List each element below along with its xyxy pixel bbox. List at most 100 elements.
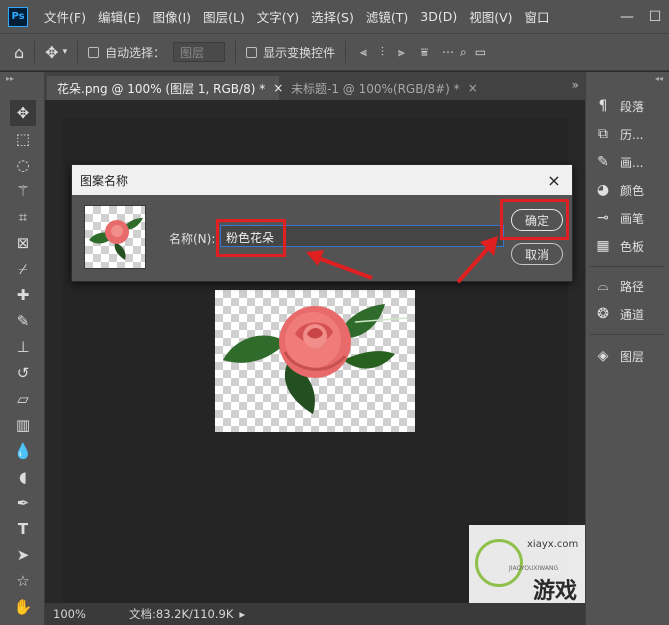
- panel-brush-settings[interactable]: ✎ 画...: [594, 150, 643, 174]
- shape-tool-icon[interactable]: ☆: [10, 568, 36, 594]
- frame-tool-icon[interactable]: ⊠: [10, 230, 36, 256]
- window-controls: — ☐: [613, 0, 669, 33]
- collapse-panels-icon[interactable]: ◂◂: [655, 74, 663, 83]
- more-icon[interactable]: ⋯: [442, 45, 454, 59]
- hand-tool-icon[interactable]: ✋: [10, 594, 36, 620]
- options-bar: ⌂ ✥ ▾ 自动选择： 图层 显示变换控件 ⫷ ⫶ ⫸ ⩸ ⋯ ⌕ ▭: [0, 33, 669, 71]
- menu-edit[interactable]: 编辑(E): [92, 7, 147, 26]
- crop-tool-icon[interactable]: ⌗: [10, 204, 36, 230]
- toolbox: ▸▸ ✥ ⬚ ◌ ⚚ ⌗ ⊠ ⌿ ✚ ✎ ⊥ ↺ ▱ ▥ 💧 ◖ ✒ T ➤ ☆…: [0, 72, 45, 625]
- workspace-icon[interactable]: ▭: [475, 45, 486, 59]
- zoom-level[interactable]: 100%: [53, 607, 129, 621]
- pattern-name-dialog: 图案名称 × 名称(N): 粉色花朵 确定 取消: [71, 164, 573, 282]
- tab-label: 未标题-1 @ 100%(RGB/8#) *: [291, 81, 460, 96]
- show-transform-checkbox[interactable]: 显示变换控件: [246, 44, 335, 61]
- panel-paragraph[interactable]: ¶ 段落: [594, 94, 644, 118]
- gradient-tool-icon[interactable]: ▥: [10, 412, 36, 438]
- menu-window[interactable]: 窗口: [519, 7, 556, 26]
- tab-flower-document[interactable]: 花朵.png @ 100% (图层 1, RGB/8) * ×: [47, 76, 283, 100]
- search-icon[interactable]: ⌕: [460, 45, 467, 60]
- menu-file[interactable]: 文件(F): [38, 7, 92, 26]
- menu-layer[interactable]: 图层(L): [197, 7, 251, 26]
- home-icon[interactable]: ⌂: [14, 43, 24, 62]
- clone-stamp-tool-icon[interactable]: ⊥: [10, 334, 36, 360]
- checkbox-icon[interactable]: [88, 46, 100, 58]
- auto-select-checkbox[interactable]: 自动选择：: [88, 44, 165, 61]
- history-brush-tool-icon[interactable]: ↺: [10, 360, 36, 386]
- pen-tool-icon[interactable]: ✒: [10, 490, 36, 516]
- brush-settings-icon: ✎: [597, 154, 609, 170]
- pattern-preview: [84, 205, 146, 269]
- paragraph-icon: ¶: [598, 98, 608, 114]
- status-menu-icon[interactable]: ▸: [239, 607, 245, 621]
- path-selection-tool-icon[interactable]: ➤: [10, 542, 36, 568]
- minimize-button[interactable]: —: [613, 0, 641, 33]
- align-right-icon[interactable]: ⫸: [398, 45, 405, 60]
- watermark-logo-icon: [475, 539, 523, 587]
- align-center-icon[interactable]: ⫶: [381, 45, 384, 60]
- divider: [235, 41, 237, 63]
- auto-select-label: 自动选择：: [105, 45, 166, 60]
- watermark-big: 游戏: [533, 579, 578, 604]
- menu-view[interactable]: 视图(V): [463, 7, 518, 26]
- panel-brushes[interactable]: ⊸ 画笔: [594, 206, 644, 230]
- chevron-down-icon[interactable]: ▾: [63, 47, 68, 57]
- close-icon[interactable]: ×: [468, 81, 478, 95]
- marquee-tool-icon[interactable]: ⬚: [10, 126, 36, 152]
- tab-untitled-document[interactable]: 未标题-1 @ 100%(RGB/8#) * ×: [281, 76, 511, 100]
- menu-image[interactable]: 图像(I): [147, 7, 197, 26]
- panel-history[interactable]: ⧉ 历...: [594, 122, 643, 146]
- layers-icon: ◈: [597, 348, 609, 364]
- dialog-title: 图案名称: [80, 173, 129, 188]
- divider: [77, 41, 79, 63]
- eyedropper-tool-icon[interactable]: ⌿: [10, 256, 36, 282]
- divider: [345, 41, 347, 63]
- menu-3d[interactable]: 3D(D): [414, 9, 463, 24]
- checkbox-icon[interactable]: [246, 46, 258, 58]
- document-tabs: 花朵.png @ 100% (图层 1, RGB/8) * × 未标题-1 @ …: [45, 72, 585, 100]
- panel-channels[interactable]: ❂ 通道: [594, 302, 644, 326]
- highlight-ok-button: [500, 199, 569, 240]
- color-palette-icon: ◕: [596, 182, 610, 198]
- divider: [34, 41, 36, 63]
- blur-tool-icon[interactable]: 💧: [10, 438, 36, 464]
- channels-icon: ❂: [597, 306, 609, 322]
- distribute-icon[interactable]: ⩸: [421, 45, 428, 60]
- menu-select[interactable]: 选择(S): [305, 7, 360, 26]
- panel-color[interactable]: ◕ 颜色: [594, 178, 644, 202]
- magic-wand-tool-icon[interactable]: ⚚: [10, 178, 36, 204]
- panel-layers[interactable]: ◈ 图层: [594, 344, 644, 368]
- tab-overflow-icon[interactable]: »: [572, 78, 579, 92]
- move-tool-icon[interactable]: ✥: [45, 43, 58, 62]
- paths-icon: ⌓: [597, 278, 609, 294]
- menu-type[interactable]: 文字(Y): [251, 7, 305, 26]
- healing-brush-tool-icon[interactable]: ✚: [10, 282, 36, 308]
- cancel-button[interactable]: 取消: [511, 243, 563, 265]
- dodge-tool-icon[interactable]: ◖: [10, 464, 36, 490]
- type-tool-icon[interactable]: T: [10, 516, 36, 542]
- panel-paths[interactable]: ⌓ 路径: [594, 274, 644, 298]
- name-label: 名称(N):: [169, 232, 216, 246]
- move-tool-icon[interactable]: ✥: [10, 100, 36, 126]
- collapse-toolbox-icon[interactable]: ▸▸: [6, 74, 14, 83]
- document-size: 文档:83.2K/110.9K: [129, 607, 234, 621]
- lasso-tool-icon[interactable]: ◌: [10, 152, 36, 178]
- eraser-tool-icon[interactable]: ▱: [10, 386, 36, 412]
- show-transform-label: 显示变换控件: [263, 45, 336, 60]
- watermark-sub: JIAOYOUXIWANG: [509, 565, 559, 572]
- maximize-button[interactable]: ☐: [641, 0, 669, 33]
- brush-tool-icon[interactable]: ✎: [10, 308, 36, 334]
- tab-label: 花朵.png @ 100% (图层 1, RGB/8) *: [57, 81, 266, 96]
- align-left-icon[interactable]: ⫷: [360, 45, 367, 60]
- history-icon: ⧉: [598, 126, 608, 142]
- watermark: xiayx.com JIAOYOUXIWANG 游戏: [469, 525, 585, 604]
- rose-image: [223, 304, 408, 414]
- panel-swatches[interactable]: ▦ 色板: [594, 234, 644, 258]
- pattern-preview-image: [89, 218, 143, 260]
- menu-bar: Ps 文件(F) 编辑(E) 图像(I) 图层(L) 文字(Y) 选择(S) 滤…: [0, 0, 669, 33]
- close-icon[interactable]: ×: [544, 170, 564, 190]
- menu-filter[interactable]: 滤镜(T): [360, 7, 414, 26]
- watermark-site: xiayx.com: [527, 539, 579, 550]
- layer-select-dropdown[interactable]: 图层: [173, 42, 226, 62]
- document-canvas[interactable]: [215, 290, 415, 432]
